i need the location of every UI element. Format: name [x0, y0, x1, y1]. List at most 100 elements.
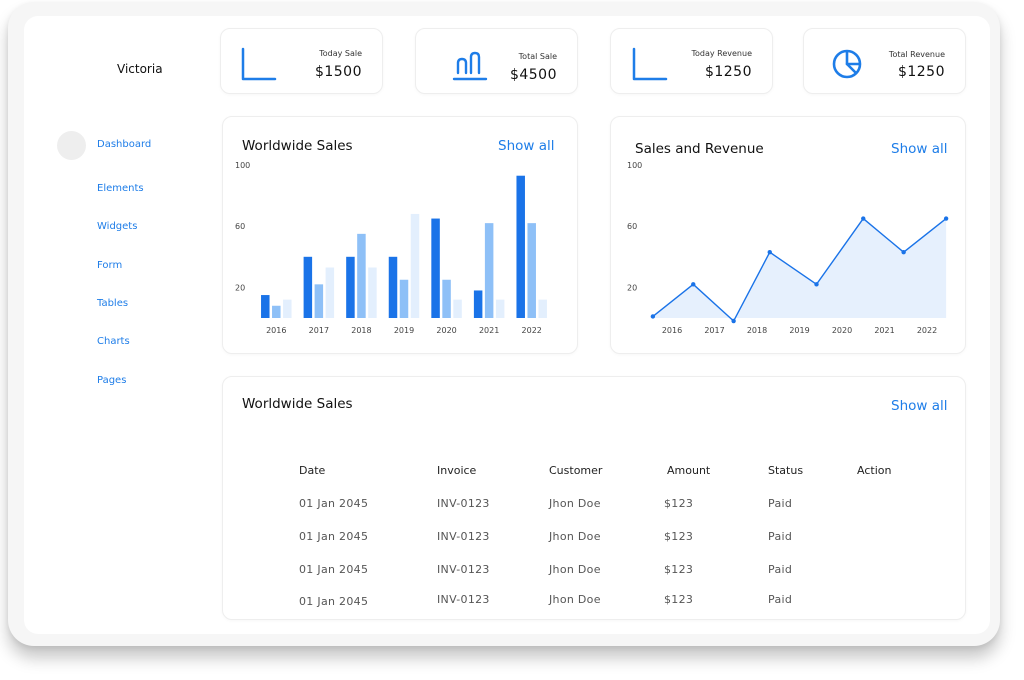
x-tick-label: 2017: [704, 326, 724, 335]
sidebar-item-dashboard[interactable]: Dashboard: [97, 139, 151, 150]
x-tick-label: 2021: [874, 326, 894, 335]
column-header-action: Action: [857, 464, 892, 477]
cell-invoice: INV-0123: [437, 563, 490, 576]
bar: [538, 299, 547, 318]
cell-amount: $123: [664, 593, 694, 606]
bar: [272, 305, 281, 318]
x-tick-label: 2019: [394, 326, 414, 335]
stat-card-today-revenue[interactable]: Today Revenue $1250: [610, 28, 773, 94]
column-header-invoice: Invoice: [437, 464, 477, 477]
stat-card-today-sale[interactable]: Today Sale $1500: [220, 28, 383, 94]
data-point: [691, 282, 696, 287]
sidebar-item-charts[interactable]: Charts: [97, 336, 130, 347]
bar: [314, 284, 324, 318]
cell-customer: Jhon Doe: [549, 497, 601, 510]
column-header-amount: Amount: [667, 464, 711, 477]
stat-value: $1500: [314, 64, 362, 80]
bar: [473, 290, 483, 318]
stat-label: Total Sale: [518, 52, 557, 61]
bar: [399, 279, 409, 318]
x-tick-label: 2021: [479, 326, 499, 335]
cell-amount: $123: [664, 530, 694, 543]
y-tick-label: 20: [235, 283, 245, 292]
column-header-date: Date: [299, 464, 326, 477]
bar-chart-icon: [452, 51, 488, 81]
column-header-customer: Customer: [549, 464, 603, 477]
bar: [516, 175, 525, 318]
cell-amount: $123: [664, 497, 694, 510]
x-tick-label: 2016: [662, 326, 682, 335]
data-point: [650, 314, 656, 319]
worldwide-sales-card: Worldwide Sales Show all 20 60 100 2016 2017…: [222, 116, 578, 354]
data-point: [767, 250, 772, 255]
sales-revenue-area-chart: 20 60 100 2016 2017 2018 2019 2020 2021 2022: [627, 161, 949, 335]
y-tick-label: 100: [235, 161, 250, 170]
bar: [346, 256, 355, 318]
bar: [357, 233, 366, 318]
bar: [283, 299, 292, 318]
x-tick-label: 2022: [917, 326, 937, 335]
data-point: [814, 282, 819, 287]
y-tick-label: 60: [627, 222, 637, 231]
sidebar-item-form[interactable]: Form: [97, 260, 122, 271]
stat-label: Today Revenue: [691, 49, 752, 58]
stat-card-total-sale[interactable]: Total Sale $4500: [415, 28, 578, 94]
stat-value: $4500: [509, 67, 557, 83]
stat-label: Total Revenue: [888, 50, 945, 59]
bar: [495, 299, 505, 318]
bar: [410, 213, 420, 318]
worldwide-sales-bar-chart: 20 60 100 2016 2017 2018 2019 2020 2021 2022: [235, 161, 547, 335]
bar: [453, 299, 462, 318]
column-header-status: Status: [768, 464, 804, 477]
show-all-link[interactable]: Show all: [891, 398, 948, 414]
sidebar-item-pages[interactable]: Pages: [97, 375, 126, 386]
avatar[interactable]: [57, 131, 86, 160]
sidebar-item-widgets[interactable]: Widgets: [97, 221, 137, 232]
y-tick-label: 20: [627, 283, 637, 292]
data-point: [943, 216, 949, 221]
data-point: [731, 318, 736, 324]
cell-date: 01 Jan 2045: [299, 497, 369, 510]
cell-status: Paid: [768, 563, 793, 576]
area-fill: [652, 218, 947, 322]
x-tick-label: 2016: [266, 326, 286, 335]
y-tick-label: 60: [235, 222, 245, 231]
x-tick-label: 2018: [351, 326, 371, 335]
stat-value: $1250: [897, 64, 945, 80]
cell-date: 01 Jan 2045: [299, 563, 369, 576]
cell-customer: Jhon Doe: [549, 593, 601, 606]
bar: [388, 256, 398, 318]
bar: [431, 218, 440, 318]
bar: [527, 223, 536, 318]
bar: [261, 295, 270, 318]
cell-date: 01 Jan 2045: [299, 530, 369, 543]
bar: [442, 279, 451, 318]
sales-table-card: Worldwide Sales Show all Date Invoice Cu…: [222, 376, 966, 620]
sales-revenue-card: Sales and Revenue Show all 20 60 100 2016 20…: [610, 116, 966, 354]
y-tick-label: 100: [627, 161, 642, 170]
cell-status: Paid: [768, 497, 793, 510]
stat-value: $1250: [704, 64, 752, 80]
sidebar-item-tables[interactable]: Tables: [97, 298, 128, 309]
cell-amount: $123: [664, 563, 694, 576]
stat-card-total-revenue[interactable]: Total Revenue $1250: [803, 28, 966, 94]
brand-name: Victoria: [117, 62, 163, 76]
x-tick-label: 2020: [832, 326, 852, 335]
cell-customer: Jhon Doe: [549, 530, 601, 543]
cell-invoice: INV-0123: [437, 593, 490, 606]
cell-invoice: INV-0123: [437, 530, 490, 543]
x-tick-label: 2020: [436, 326, 456, 335]
x-tick-label: 2022: [522, 326, 542, 335]
x-tick-label: 2019: [789, 326, 809, 335]
sidebar-item-elements[interactable]: Elements: [97, 183, 144, 194]
cell-status: Paid: [768, 593, 793, 606]
bar: [368, 267, 377, 318]
x-tick-label: 2018: [747, 326, 767, 335]
pie-chart-icon: [832, 49, 862, 79]
cell-customer: Jhon Doe: [549, 563, 601, 576]
card-title: Worldwide Sales: [242, 396, 353, 412]
data-point: [901, 250, 906, 255]
cell-invoice: INV-0123: [437, 497, 490, 510]
area-chart-icon: [632, 47, 668, 81]
cell-date: 01 Jan 2045: [299, 595, 369, 608]
